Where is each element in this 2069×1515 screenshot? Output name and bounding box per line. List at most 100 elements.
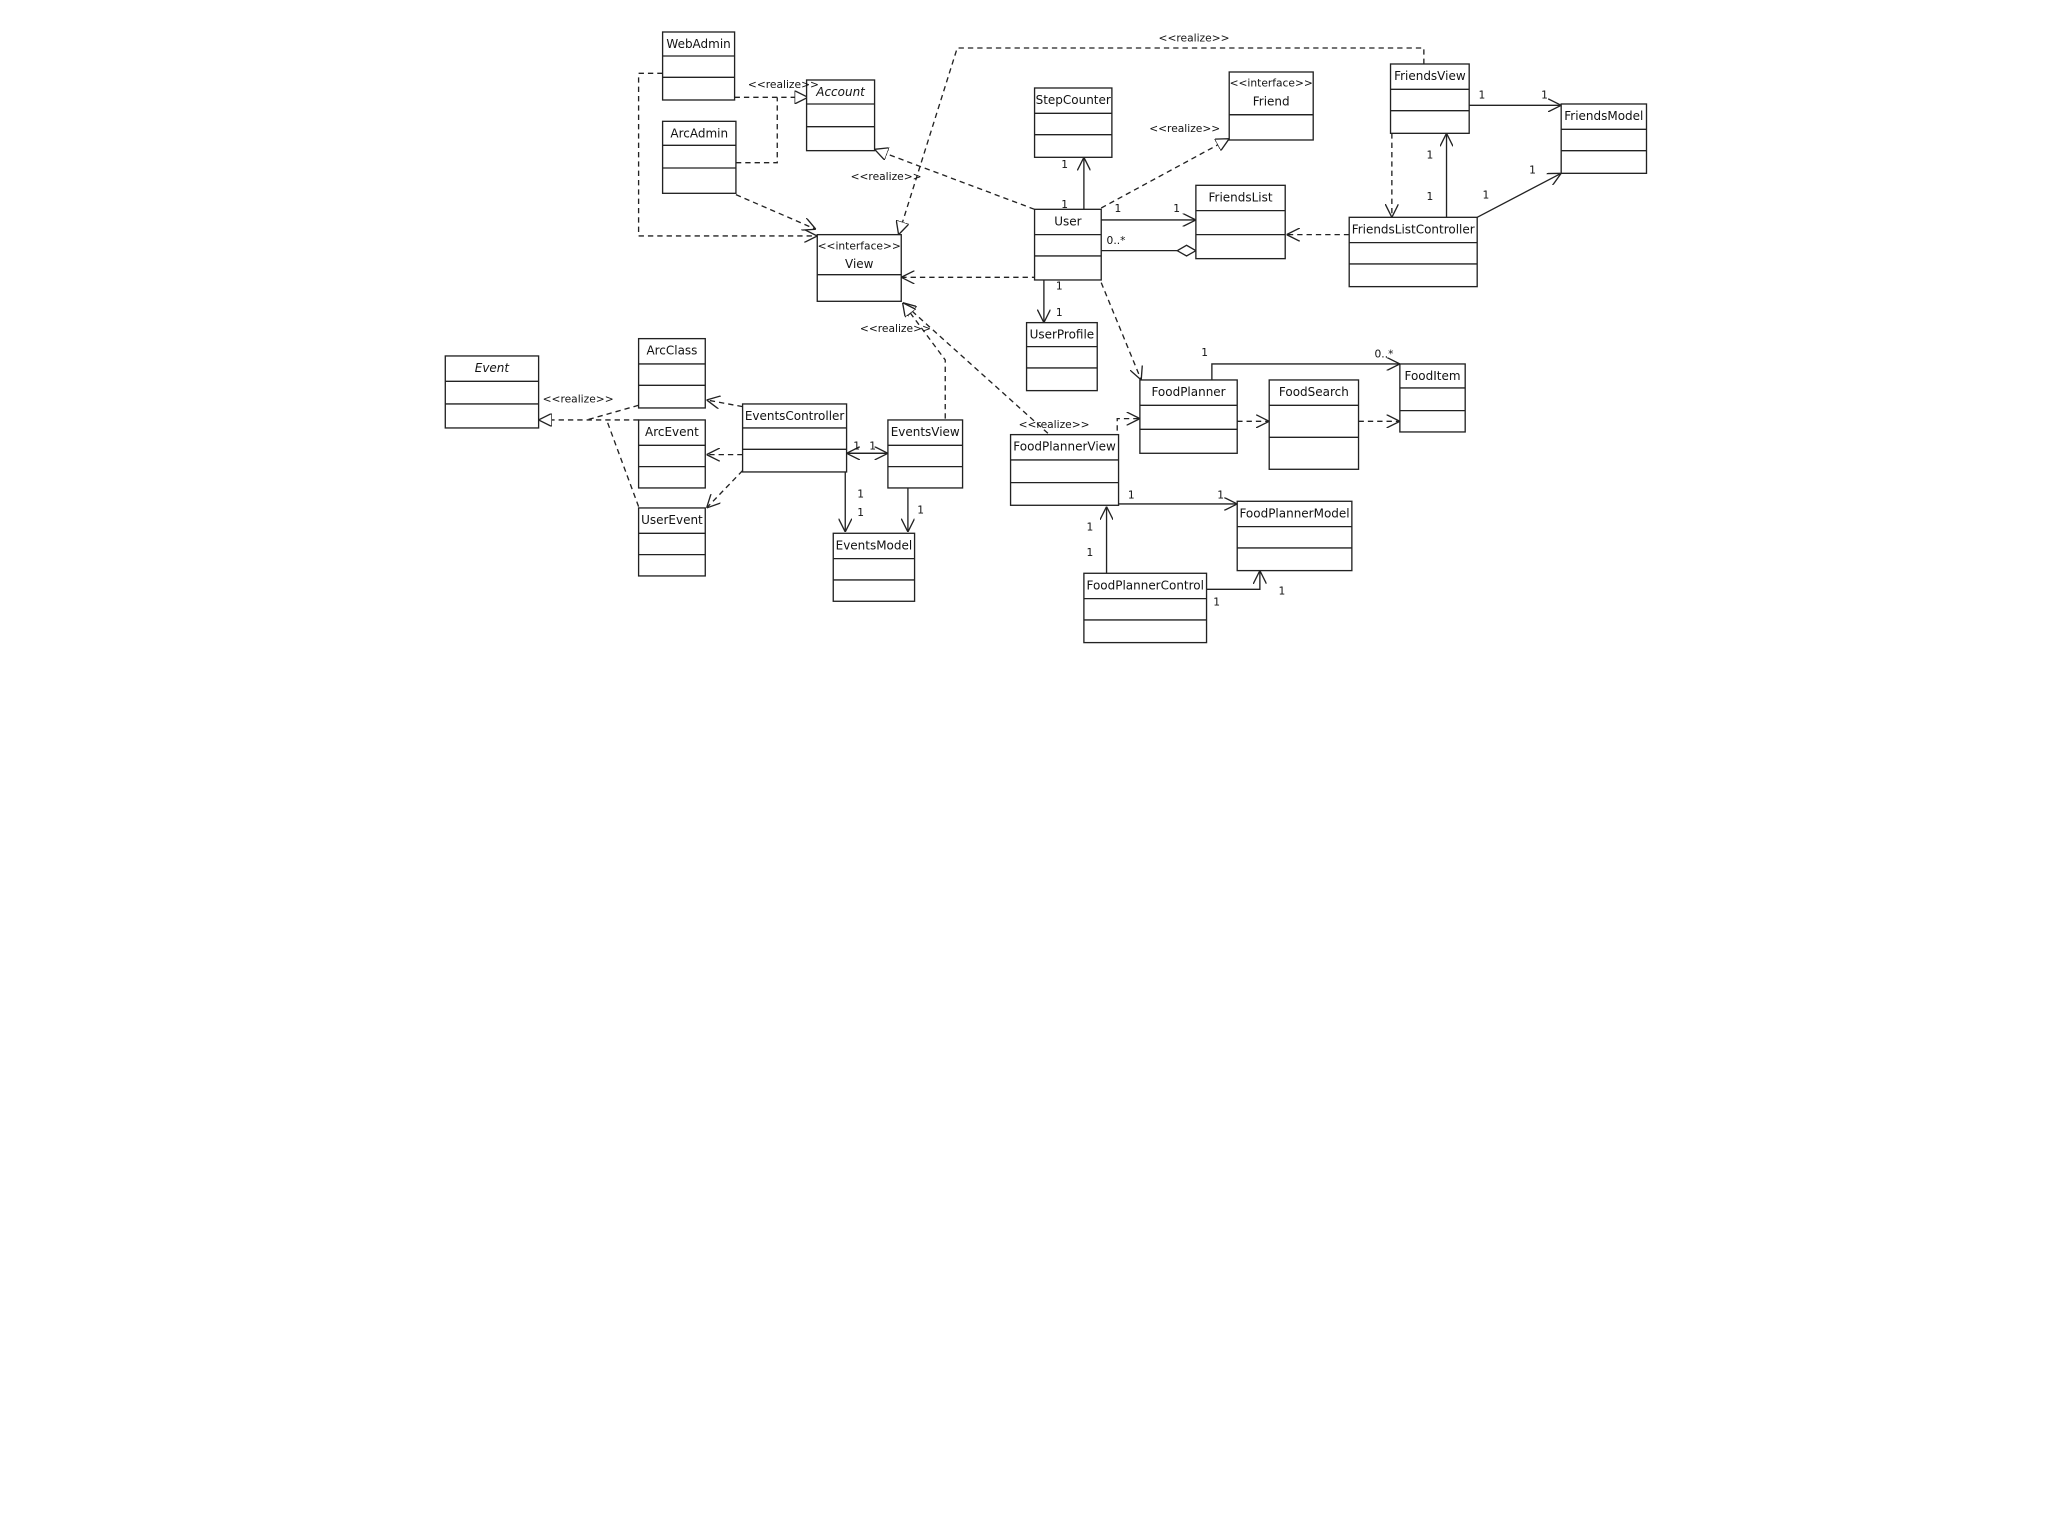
class-box-fooditem[interactable]: FoodItem <box>1399 363 1466 433</box>
realize-label-foodplannerview: <<realize>> <box>1019 418 1090 431</box>
realize-label-event: <<realize>> <box>543 393 614 406</box>
class-box-eventsview[interactable]: EventsView <box>887 419 964 489</box>
realize-label-eventsview: <<realize>> <box>860 322 931 335</box>
mult-user-profile-b: 1 <box>1056 306 1063 319</box>
class-name: StepCounter <box>1036 93 1111 107</box>
class-name: View <box>845 257 874 271</box>
realize-label-webadmin: <<realize>> <box>748 78 819 91</box>
mult-fpcontrol-model-a: 1 <box>1213 595 1220 608</box>
class-name: FoodPlannerControl <box>1086 578 1203 592</box>
class-name: FoodPlannerView <box>1013 440 1116 454</box>
class-name: FriendsModel <box>1564 109 1643 123</box>
mult-ectrl-model-a: 1 <box>857 487 864 500</box>
mult-user-step-b: 1 <box>1061 158 1068 171</box>
mult-fpview-model-b: 1 <box>1217 489 1224 502</box>
arcadmin-account-realize <box>735 97 778 164</box>
class-box-eventscontroller[interactable]: EventsController <box>741 403 848 473</box>
class-box-view[interactable]: <<interface>> View <box>816 233 902 302</box>
mult-planner-item-a: 1 <box>1201 346 1208 359</box>
class-name: FoodPlannerModel <box>1239 506 1349 520</box>
userevent-event-realize <box>605 419 640 507</box>
mult-fpview-model-a: 1 <box>1128 489 1135 502</box>
aggregation-diamond <box>1175 244 1198 257</box>
diagram-canvas: WebAdmin ArcAdmin Account <<interface>> View… <box>0 0 2069 1508</box>
mult-user-agg: 0..* <box>1107 234 1127 247</box>
class-stereotype: <<interface>> <box>818 239 901 252</box>
class-box-friendsmodel[interactable]: FriendsModel <box>1560 103 1648 174</box>
class-name: Friend <box>1253 94 1290 108</box>
class-name: EventsModel <box>836 538 913 552</box>
class-name: FoodSearch <box>1279 385 1349 399</box>
class-box-userprofile[interactable]: UserProfile <box>1025 321 1098 392</box>
class-name: UserEvent <box>641 513 703 527</box>
mult-fpcontrol-view-a: 1 <box>1087 521 1094 534</box>
mult-ectrl-view-b: 1 <box>869 439 876 452</box>
arcadmin-view-dep <box>735 194 816 230</box>
mult-ctrl-view-b: 1 <box>1427 149 1434 162</box>
mult-user-profile-a: 1 <box>1056 279 1063 292</box>
mult-user-list-b: 1 <box>1173 202 1180 215</box>
class-box-foodplannercontrol[interactable]: FoodPlannerControl <box>1083 572 1208 644</box>
class-box-friend[interactable]: <<interface>> Friend <box>1228 71 1314 141</box>
eventscontroller-arcclass-dep <box>707 400 743 407</box>
mult-ectrl-view-a: 1 <box>853 439 860 452</box>
class-name: ArcEvent <box>645 425 699 439</box>
class-name: FriendsList <box>1209 190 1273 204</box>
controller-friendsmodel-assoc <box>1476 173 1561 218</box>
mult-ctrl-view-a: 1 <box>1427 190 1434 203</box>
class-box-foodplannerview[interactable]: FoodPlannerView <box>1009 433 1120 506</box>
uml-class-diagram: WebAdmin ArcAdmin Account <<interface>> View… <box>444 31 1648 644</box>
class-box-foodplannermodel[interactable]: FoodPlannerModel <box>1236 500 1353 572</box>
class-box-user[interactable]: User <box>1033 208 1102 281</box>
class-box-userevent[interactable]: UserEvent <box>637 507 706 577</box>
class-box-eventsmodel[interactable]: EventsModel <box>832 532 916 602</box>
mult-eview-model: 1 <box>917 503 924 516</box>
class-name: Event <box>475 361 511 375</box>
class-name: ArcClass <box>646 344 697 358</box>
class-name: ArcAdmin <box>670 126 728 140</box>
mult-fpcontrol-view-b: 1 <box>1087 546 1094 559</box>
class-name: FriendsListController <box>1352 222 1475 236</box>
class-box-event[interactable]: Event <box>444 355 540 429</box>
class-box-friendslistcontroller[interactable]: FriendsListController <box>1348 216 1478 288</box>
mult-fview-model-b: 1 <box>1541 89 1548 102</box>
eventsview-view-realize <box>903 303 946 419</box>
class-box-arcclass[interactable]: ArcClass <box>637 337 706 409</box>
mult-fview-model-a: 1 <box>1479 89 1486 102</box>
user-foodplanner-dep <box>1100 282 1141 380</box>
mult-fpcontrol-model-b: 1 <box>1279 585 1286 598</box>
mult-ctrl-model-b: 1 <box>1529 163 1536 176</box>
class-box-webadmin[interactable]: WebAdmin <box>661 31 736 101</box>
eventscontroller-userevent-dep <box>707 470 744 508</box>
class-box-foodplanner[interactable]: FoodPlanner <box>1139 379 1238 454</box>
realize-label-user-friend: <<realize>> <box>1149 122 1220 135</box>
class-name: FriendsView <box>1394 69 1466 83</box>
mult-user-step-a: 1 <box>1061 198 1068 211</box>
foodplannercontrol-model-assoc <box>1205 570 1260 590</box>
class-name: User <box>1054 214 1081 228</box>
class-name: WebAdmin <box>666 37 730 51</box>
class-name: Account <box>815 85 866 99</box>
class-box-stepcounter[interactable]: StepCounter <box>1033 87 1113 158</box>
class-name: FoodItem <box>1405 369 1461 383</box>
class-name: EventsController <box>745 409 845 423</box>
class-box-foodsearch[interactable]: FoodSearch <box>1268 379 1360 470</box>
friendsview-view-realize <box>899 47 1425 235</box>
class-box-arcevent[interactable]: ArcEvent <box>637 419 706 489</box>
class-box-arcadmin[interactable]: ArcAdmin <box>661 120 737 194</box>
realize-label-user-account: <<realize>> <box>851 170 922 183</box>
class-name: EventsView <box>891 425 960 439</box>
mult-user-list-a: 1 <box>1115 202 1122 215</box>
foodplannerview-foodplanner-realize <box>1116 419 1140 440</box>
realize-label-friendsview: <<realize>> <box>1159 31 1230 44</box>
mult-ctrl-model-a: 1 <box>1483 189 1490 202</box>
class-name: FoodPlanner <box>1151 385 1225 399</box>
class-name: UserProfile <box>1030 328 1095 342</box>
foodplanner-fooditem-assoc <box>1211 364 1400 380</box>
mult-ectrl-model-b: 1 <box>857 506 864 519</box>
class-box-friendslist[interactable]: FriendsList <box>1195 184 1286 260</box>
mult-planner-item-b: 0..* <box>1375 347 1395 360</box>
classes: WebAdmin ArcAdmin Account <<interface>> View… <box>444 31 1648 644</box>
class-box-friendsview[interactable]: FriendsView <box>1389 63 1470 134</box>
arcclass-event-realize <box>586 404 639 421</box>
